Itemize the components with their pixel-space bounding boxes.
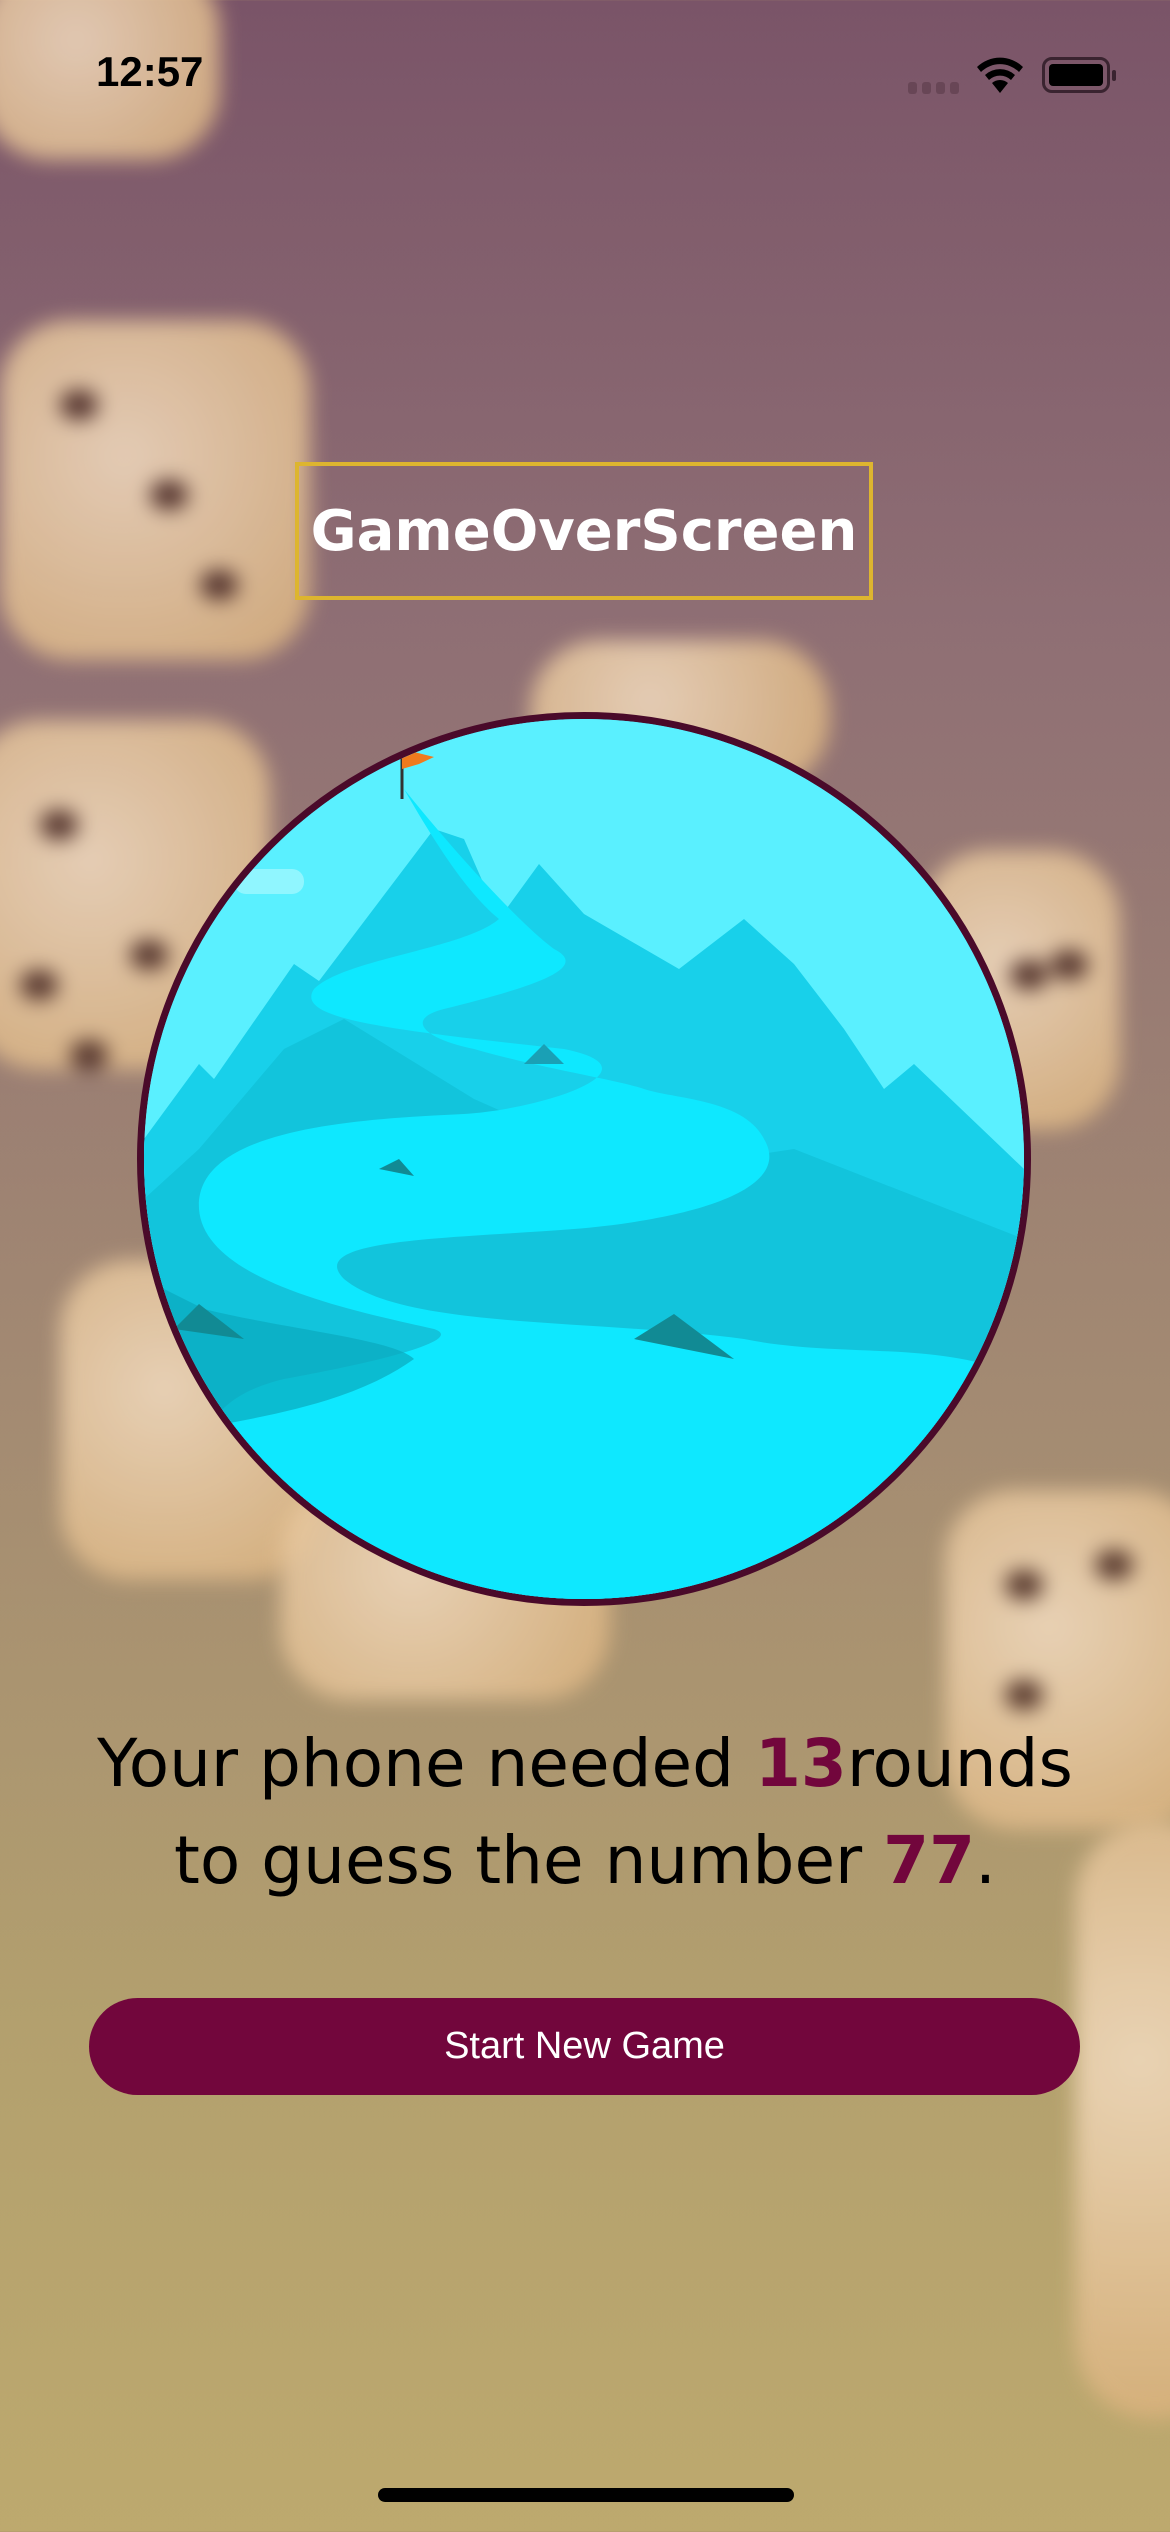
mountain-illustration [144,719,1024,1599]
wifi-icon [977,57,1023,93]
battery-icon [1042,57,1116,93]
result-message: Your phone needed 13rounds to guess the … [0,1715,1170,1909]
rounds-count: 13 [754,1725,847,1802]
start-new-game-button[interactable]: Start New Game [89,1998,1080,2095]
page-title: GameOverScreen [295,462,873,600]
message-text: to guess the number [173,1822,884,1899]
cellular-signal-icon [908,82,959,94]
game-over-image [137,712,1031,1606]
message-text: . [975,1822,997,1899]
clock: 12:57 [96,48,204,95]
target-number: 77 [883,1822,976,1899]
message-text: rounds [846,1725,1073,1802]
status-bar: 12:57 [0,0,1170,150]
home-indicator[interactable] [378,2488,794,2502]
message-text: Your phone needed [97,1725,755,1802]
